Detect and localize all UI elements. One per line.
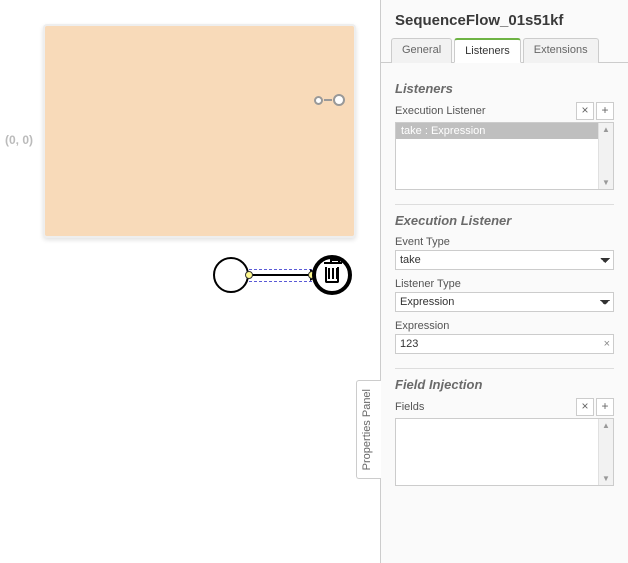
divider — [395, 204, 614, 205]
arrow-icon — [249, 274, 312, 276]
selection-outline — [249, 269, 312, 270]
remove-field-button[interactable]: × — [576, 398, 594, 416]
properties-body: Listeners Execution Listener × + take : … — [381, 63, 628, 563]
properties-tabs: General Listeners Extensions — [381, 37, 628, 63]
event-type-label: Event Type — [395, 236, 614, 248]
event-type-select[interactable]: take — [395, 250, 614, 270]
execution-listener-list[interactable]: take : Expression — [395, 122, 614, 190]
add-listener-button[interactable]: + — [596, 102, 614, 120]
end-event[interactable] — [312, 255, 352, 295]
properties-panel: Properties Panel SequenceFlow_01s51kf Ge… — [380, 0, 628, 563]
trash-icon — [325, 267, 339, 283]
properties-panel-toggle-label: Properties Panel — [361, 389, 373, 470]
group-title-field-injection: Field Injection — [395, 377, 614, 392]
element-id-title: SequenceFlow_01s51kf — [381, 0, 628, 37]
scrollbar[interactable] — [598, 123, 613, 189]
expression-label: Expression — [395, 320, 614, 332]
divider — [395, 368, 614, 369]
tab-extensions[interactable]: Extensions — [523, 38, 599, 63]
scrollbar[interactable] — [598, 419, 613, 485]
list-item[interactable]: take : Expression — [396, 123, 613, 139]
selection-outline — [249, 281, 312, 282]
group-title-execution-listener: Execution Listener — [395, 213, 614, 228]
sequence-flow[interactable] — [213, 255, 353, 295]
start-event[interactable] — [213, 257, 249, 293]
diagram-canvas[interactable]: (0, 0) — [0, 0, 380, 563]
listener-type-label: Listener Type — [395, 278, 614, 290]
add-field-button[interactable]: + — [596, 398, 614, 416]
collapse-marker-icon — [314, 94, 345, 106]
tab-listeners[interactable]: Listeners — [454, 38, 521, 63]
listener-type-select[interactable]: Expression — [395, 292, 614, 312]
group-title-listeners: Listeners — [395, 81, 614, 96]
tab-general[interactable]: General — [391, 38, 452, 63]
waypoint-handle[interactable] — [245, 271, 253, 279]
remove-listener-button[interactable]: × — [576, 102, 594, 120]
fields-list-label: Fields — [395, 401, 424, 413]
clear-icon[interactable]: × — [604, 338, 610, 350]
properties-panel-toggle[interactable]: Properties Panel — [356, 380, 381, 479]
selection-overlay — [43, 24, 356, 238]
execution-listener-list-label: Execution Listener — [395, 105, 486, 117]
expression-input[interactable] — [395, 334, 614, 354]
fields-list[interactable] — [395, 418, 614, 486]
origin-coordinates-label: (0, 0) — [5, 133, 33, 147]
